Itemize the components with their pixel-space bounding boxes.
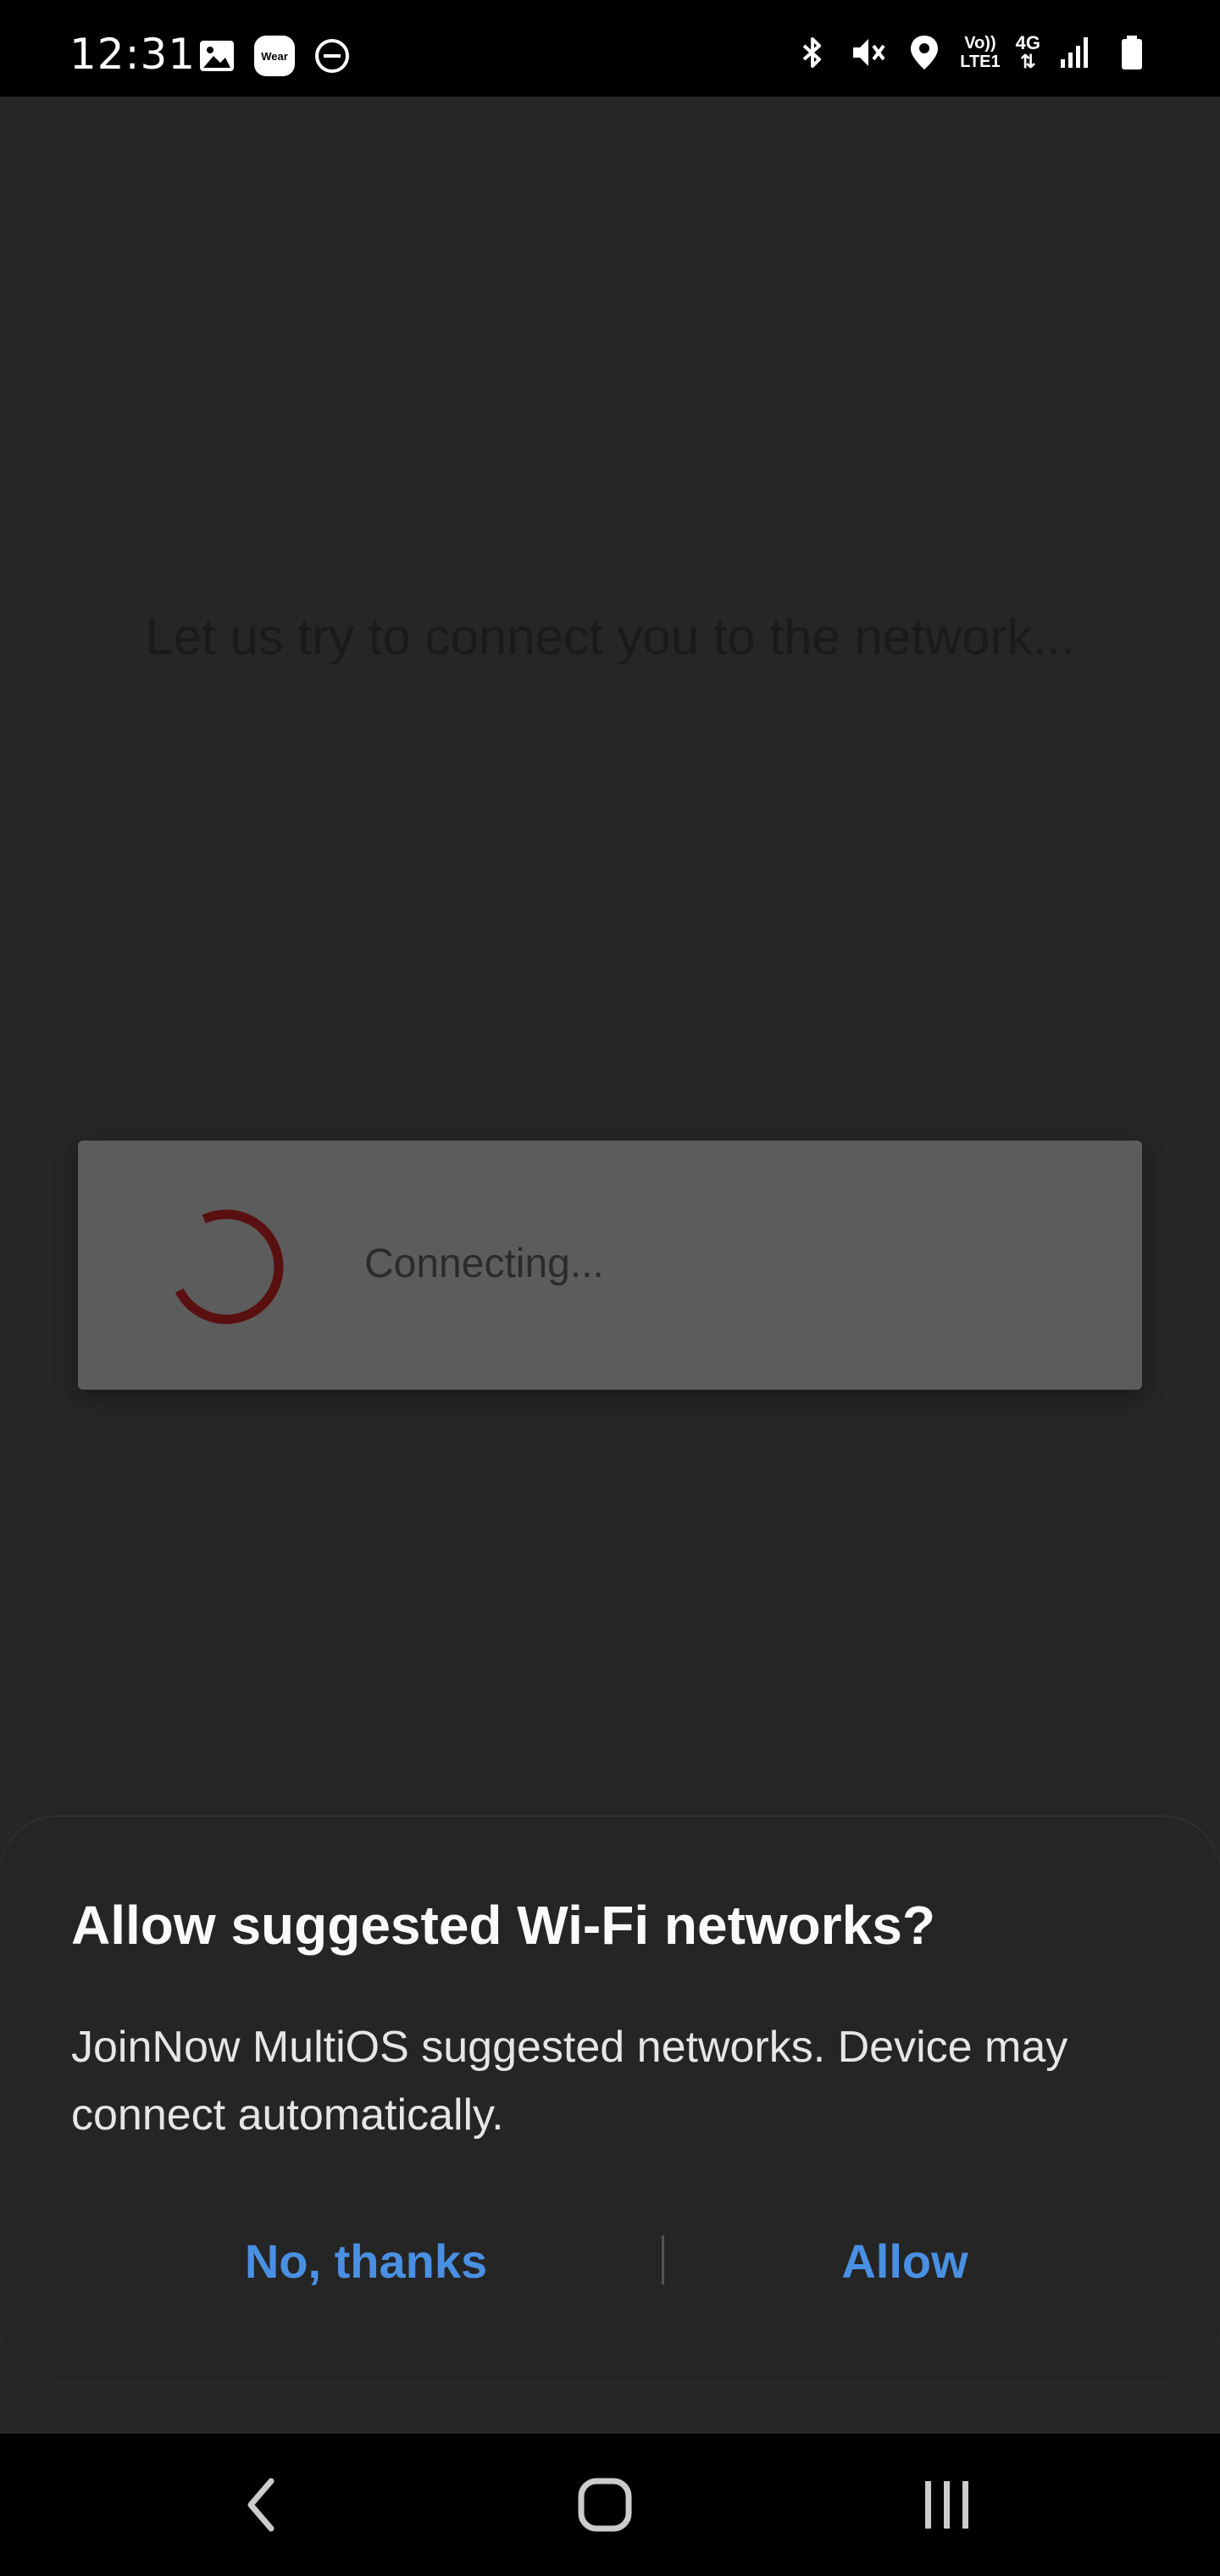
wear-label: Wear bbox=[261, 49, 288, 63]
loading-spinner-icon bbox=[169, 1209, 284, 1324]
back-chevron-icon bbox=[247, 2478, 274, 2532]
location-icon bbox=[911, 36, 939, 69]
status-time: 12:31 bbox=[69, 30, 197, 79]
nav-back-button[interactable] bbox=[212, 2462, 313, 2547]
gallery-icon bbox=[200, 41, 234, 71]
dialog-actions: No, thanks Allow bbox=[0, 2210, 1220, 2312]
status-right-icons: Vo)) LTE1 4G ⇅ bbox=[792, 32, 1152, 73]
dialog-body: JoinNow MultiOS suggested networks. Devi… bbox=[71, 2023, 1068, 2140]
bluetooth-icon bbox=[802, 37, 822, 68]
nav-recents-button[interactable] bbox=[896, 2462, 998, 2547]
data-arrows-icon: ⇅ bbox=[1020, 51, 1036, 72]
battery-icon bbox=[1122, 36, 1142, 69]
volte-label-bottom: LTE1 bbox=[960, 53, 1001, 71]
wifi-suggestion-dialog: Allow suggested Wi-Fi networks? JoinNow … bbox=[0, 1817, 1220, 2383]
home-icon bbox=[578, 2478, 632, 2532]
network-label: 4G bbox=[1015, 32, 1040, 53]
recents-icon bbox=[925, 2481, 968, 2529]
dialog-title: Allow suggested Wi-Fi networks? bbox=[71, 1895, 935, 1956]
status-bar: 12:31 Wear Vo)) LTE1 4G ⇅ bbox=[0, 0, 1220, 97]
volte-icon: Vo)) LTE1 bbox=[960, 34, 1000, 71]
progress-dialog: Connecting... bbox=[78, 1141, 1142, 1390]
do-not-disturb-icon bbox=[315, 39, 349, 73]
status-left-icons: Wear bbox=[197, 36, 352, 76]
allow-button[interactable]: Allow bbox=[668, 2210, 1142, 2312]
signal-icon bbox=[1061, 37, 1088, 68]
network-type-icon: 4G ⇅ bbox=[1016, 34, 1040, 71]
nav-home-button[interactable] bbox=[554, 2462, 656, 2547]
button-divider bbox=[662, 2235, 664, 2285]
volte-label-top: Vo)) bbox=[964, 34, 996, 53]
navigation-bar bbox=[0, 2434, 1220, 2576]
wear-os-icon: Wear bbox=[254, 36, 295, 76]
connection-message: Let us try to connect you to the network… bbox=[145, 608, 1075, 665]
no-thanks-button[interactable]: No, thanks bbox=[129, 2210, 603, 2312]
mute-icon bbox=[853, 39, 885, 66]
progress-text: Connecting... bbox=[364, 1241, 604, 1286]
screen: 12:31 Wear Vo)) LTE1 4G ⇅ Let us try to … bbox=[0, 0, 1220, 2576]
